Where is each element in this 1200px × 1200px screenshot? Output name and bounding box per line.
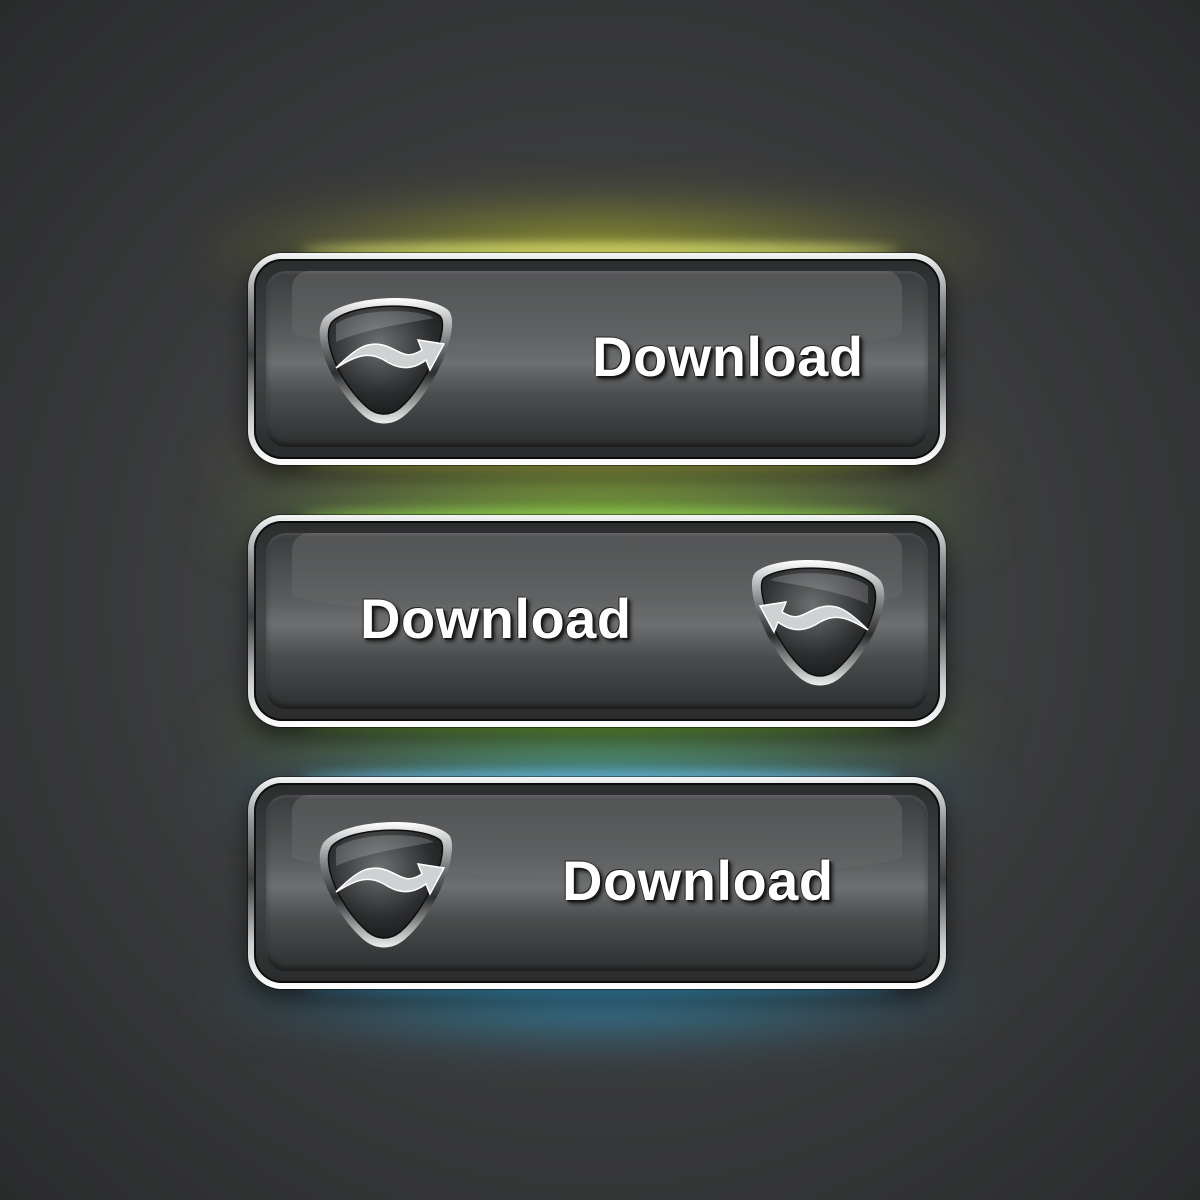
download-button-2[interactable]: Download [248, 515, 946, 727]
download-button-2-frame: Download [254, 521, 940, 721]
download-button-1-face: Download [266, 271, 928, 447]
download-button-2-face: Download [266, 533, 928, 709]
download-button-2-label: Download [360, 586, 632, 650]
download-button-1-label: Download [592, 324, 864, 388]
download-arrow-icon [319, 298, 453, 424]
download-button-3-face: Download [266, 795, 928, 971]
download-button-3[interactable]: Download [248, 777, 946, 989]
download-button-1-frame: Download [254, 259, 940, 459]
download-arrow-icon [751, 560, 885, 686]
download-buttons-canvas: Download Download Download [0, 0, 1200, 1200]
download-button-3-label: Download [562, 848, 834, 912]
download-button-3-frame: Download [254, 783, 940, 983]
download-button-1[interactable]: Download [248, 253, 946, 465]
download-arrow-icon [319, 822, 453, 948]
